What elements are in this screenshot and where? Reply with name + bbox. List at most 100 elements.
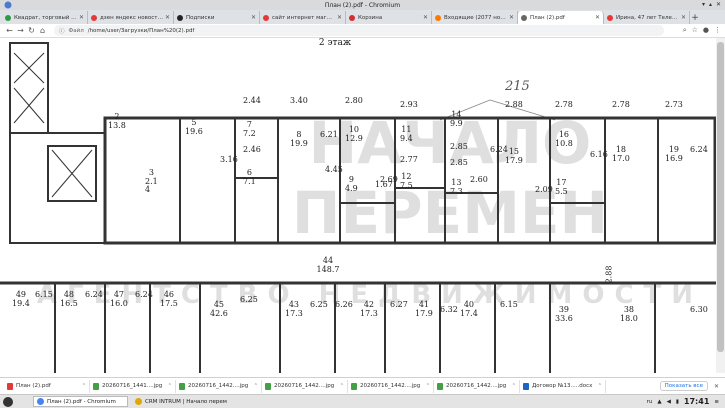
- lower-room: 6.25: [310, 300, 328, 309]
- download-item[interactable]: Договор №13.....docx ⌃: [520, 379, 606, 393]
- download-item[interactable]: 20260716_1442....jpg ⌃: [262, 379, 348, 393]
- url-text[interactable]: /home/user/Загрузки/План%20(2).pdf: [88, 28, 195, 34]
- room-number: 6: [246, 168, 252, 177]
- network-icon[interactable]: ▲: [657, 399, 661, 405]
- tray-menu-icon[interactable]: ≡: [714, 399, 719, 405]
- lower-room: 6.26: [335, 300, 353, 309]
- upper-room: 2.93: [400, 100, 418, 109]
- os-taskbar: План (2).pdf - Chromium CRM INTRUM | Нача…: [0, 394, 725, 408]
- tab-close-icon[interactable]: ✕: [251, 14, 256, 21]
- chevron-up-icon[interactable]: ⌃: [426, 383, 430, 389]
- maximize-icon[interactable]: ▴: [709, 1, 712, 9]
- show-all-button[interactable]: Показать все: [659, 381, 708, 391]
- upper-room: 2.85: [450, 158, 468, 167]
- start-menu-icon[interactable]: [3, 396, 13, 407]
- scroll-thumb[interactable]: [717, 42, 724, 352]
- taskbar-item[interactable]: План (2).pdf - Chromium: [33, 396, 128, 407]
- tab-7[interactable]: Ирина, 47 лет Телец, Росс...✕: [604, 11, 690, 24]
- upper-room: 2.88: [505, 100, 523, 109]
- menu-icon[interactable]: ⋮: [714, 26, 721, 35]
- address-bar[interactable]: ⓘ Файл /home/user/Загрузки/План%20(2).pd…: [54, 25, 664, 36]
- taskbar-item[interactable]: CRM INTRUM | Начало перемен, ...: [132, 396, 227, 407]
- tab-4[interactable]: Корзина ✕: [346, 11, 432, 24]
- tab-close-icon[interactable]: ✕: [337, 14, 342, 21]
- file-icon: [265, 382, 271, 390]
- chevron-up-icon[interactable]: ⌃: [598, 383, 602, 389]
- download-item[interactable]: 20260716_1442....jpg ⌃: [348, 379, 434, 393]
- task-list: План (2).pdf - Chromium CRM INTRUM | Нача…: [33, 396, 227, 407]
- tab-0[interactable]: Квадрат, торговый центр✕: [2, 11, 88, 24]
- room-area: 17.3: [360, 309, 378, 318]
- tab-close-icon[interactable]: ✕: [509, 14, 514, 21]
- clock[interactable]: 17:41: [684, 397, 709, 406]
- tab-close-icon[interactable]: ✕: [165, 14, 170, 21]
- upper-room: 3.40: [290, 96, 308, 105]
- room-area: 6.26: [335, 300, 353, 309]
- chevron-up-icon[interactable]: ⌃: [82, 383, 86, 389]
- close-icon[interactable]: ✕: [716, 1, 721, 9]
- file-icon: [93, 382, 99, 390]
- download-item[interactable]: 20260716_1441....jpg ⌃: [90, 379, 176, 393]
- room-area: 4.45: [325, 165, 343, 174]
- volume-icon[interactable]: ◀: [667, 399, 671, 405]
- download-item[interactable]: 20260716_1442....jpg ⌃: [176, 379, 262, 393]
- info-icon[interactable]: ⓘ: [59, 27, 65, 35]
- tab-favicon-icon: [91, 14, 97, 21]
- stair-block: [9, 42, 49, 134]
- tab-close-icon[interactable]: ✕: [423, 14, 428, 21]
- room-area: 2.78: [555, 100, 573, 109]
- tab-3[interactable]: сайт интернет магазин с...✕: [260, 11, 346, 24]
- lower-room: 43 17.3: [285, 300, 303, 318]
- zoom-icon[interactable]: ⌕: [683, 26, 687, 35]
- room-number: 18: [615, 145, 626, 154]
- chevron-up-icon[interactable]: ⌃: [168, 383, 172, 389]
- room-area: 2.80: [345, 96, 363, 105]
- chevron-up-icon[interactable]: ⌃: [254, 383, 258, 389]
- room-area: 9.9: [450, 119, 463, 128]
- minimize-icon[interactable]: ▾: [702, 1, 705, 9]
- room-area: 6.24: [135, 290, 153, 299]
- profile-icon[interactable]: ●: [703, 26, 709, 35]
- upper-room: 2.73: [665, 100, 683, 109]
- room-area: 16.0: [110, 299, 128, 308]
- tab-2[interactable]: Подписки ✕: [174, 11, 260, 24]
- room-number: 17: [556, 178, 567, 187]
- battery-icon[interactable]: ▮: [676, 399, 679, 405]
- room-area: 9.4: [400, 134, 413, 143]
- chevron-up-icon[interactable]: ⌃: [512, 383, 516, 389]
- upper-room: 6.21: [320, 130, 338, 139]
- tab-label: Входящие (2077 новых п...: [444, 14, 507, 21]
- reload-icon[interactable]: ↻: [26, 26, 37, 35]
- tab-close-icon[interactable]: ✕: [595, 14, 600, 21]
- room-number: 3: [148, 168, 154, 177]
- room-number: 47: [113, 290, 124, 299]
- download-item[interactable]: 20260716_1442....jpg ⌃: [434, 379, 520, 393]
- tab-close-icon[interactable]: ✕: [681, 14, 686, 21]
- room-number: 19: [668, 145, 679, 154]
- download-label: 20260716_1441....jpg: [102, 383, 163, 389]
- close-downloads-icon[interactable]: ✕: [714, 383, 719, 390]
- back-icon[interactable]: ←: [4, 26, 15, 35]
- home-icon[interactable]: ⌂: [37, 26, 48, 35]
- language-indicator[interactable]: ru: [647, 399, 653, 405]
- tab-label: Ирина, 47 лет Телец, Росс...: [616, 14, 679, 21]
- download-item[interactable]: План (2).pdf ⌃: [4, 379, 90, 393]
- tab-6[interactable]: План (2).pdf ✕: [518, 11, 604, 24]
- corridor-core-wall: [9, 132, 106, 244]
- room-number: 39: [558, 305, 569, 314]
- room-area: 3.40: [290, 96, 308, 105]
- room-area: 2.69: [380, 175, 398, 184]
- pdf-viewport[interactable]: НАЧАЛО ПЕРЕМЕН АГЕНТСТВО НЕДВИЖИМОСТИ 2 …: [0, 38, 716, 373]
- vertical-scrollbar[interactable]: [716, 38, 725, 373]
- upper-room: 11 9.4: [400, 125, 413, 143]
- corridor-dimension: 2.88: [604, 265, 614, 284]
- tab-5[interactable]: Входящие (2077 новых п...✕: [432, 11, 518, 24]
- forward-icon[interactable]: →: [15, 26, 26, 35]
- chevron-up-icon[interactable]: ⌃: [340, 383, 344, 389]
- new-tab-icon[interactable]: +: [690, 12, 700, 24]
- room-area: 2.93: [400, 100, 418, 109]
- tab-1[interactable]: дзен яндекс новости — Я...✕: [88, 11, 174, 24]
- bookmark-star-icon[interactable]: ☆: [692, 26, 698, 35]
- tab-close-icon[interactable]: ✕: [79, 14, 84, 21]
- upper-room: 2.46: [243, 145, 261, 154]
